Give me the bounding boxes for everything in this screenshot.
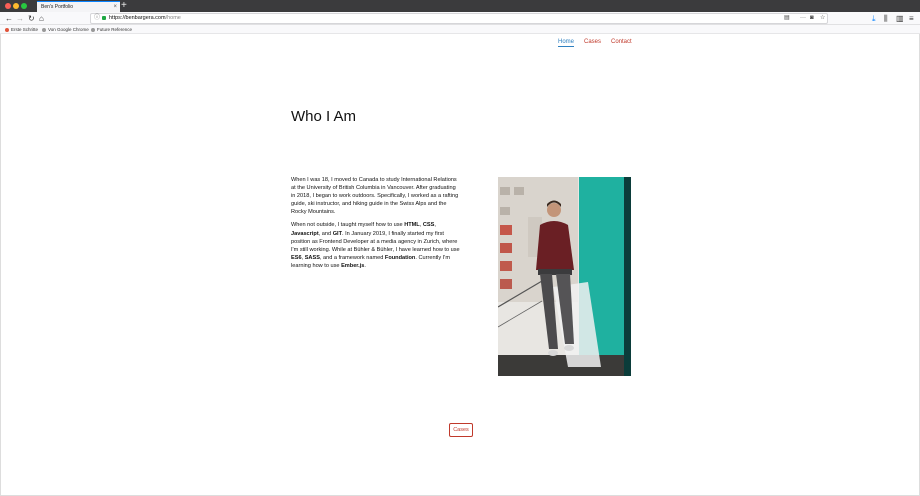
folder-icon <box>42 27 46 32</box>
url-text[interactable]: https://benbargera.com/home <box>109 14 181 23</box>
cases-button[interactable]: Cases <box>449 423 473 437</box>
page-content: Home Cases Contact Who I Am When I was 1… <box>0 34 920 496</box>
close-window-icon[interactable] <box>5 3 11 9</box>
profile-photo <box>498 177 631 376</box>
bookmark-erste-schritte[interactable]: Erste Schritte <box>5 25 38 34</box>
bookmark-future-reference[interactable]: Future Reference <box>91 25 132 34</box>
tab-close-icon[interactable]: × <box>113 2 117 12</box>
nav-cases-link[interactable]: Cases <box>584 39 601 45</box>
browser-toolbar: ← → ↻ ⌂ ⓘ https://benbargera.com/home ▤ … <box>0 12 920 25</box>
folder-icon <box>91 27 95 32</box>
address-bar[interactable]: ⓘ https://benbargera.com/home ▤ ··· ◙ ☆ <box>90 13 828 24</box>
page-title: Who I Am <box>291 108 357 125</box>
home-icon[interactable]: ⌂ <box>39 13 44 24</box>
back-icon[interactable]: ← <box>5 13 13 24</box>
bookmark-star-icon[interactable]: ☆ <box>820 14 825 23</box>
forward-icon[interactable]: → <box>16 13 24 24</box>
browser-titlebar: Ben's Portfolio × + <box>0 0 920 12</box>
bookmarks-bar: Erste Schritte Von Google Chrome Future … <box>0 25 920 34</box>
bookmark-icon <box>5 27 9 32</box>
browser-tab[interactable]: Ben's Portfolio × <box>37 1 120 12</box>
menu-icon[interactable]: ≡ <box>909 13 914 24</box>
reader-view-icon[interactable]: ▤ <box>784 14 790 23</box>
new-tab-button[interactable]: + <box>121 0 127 12</box>
maximize-window-icon[interactable] <box>21 3 27 9</box>
bio-paragraph-2: When not outside, I taught myself how to… <box>291 222 460 269</box>
tab-title: Ben's Portfolio <box>41 4 74 10</box>
bio-paragraph-1: When I was 18, I moved to Canada to stud… <box>291 177 459 216</box>
lock-icon <box>102 16 106 20</box>
bio-text: When I was 18, I moved to Canada to stud… <box>291 176 461 275</box>
nav-contact-link[interactable]: Contact <box>611 39 632 45</box>
site-info-icon[interactable]: ⓘ <box>94 14 100 23</box>
minimize-window-icon[interactable] <box>13 3 19 9</box>
bookmark-von-google-chrome[interactable]: Von Google Chrome <box>42 25 89 34</box>
library-icon[interactable]: ⫼ <box>884 13 888 24</box>
sidebar-icon[interactable]: ▥ <box>896 13 904 24</box>
pocket-icon[interactable]: ◙ <box>810 14 814 23</box>
downloads-icon[interactable]: ⤓ <box>872 13 876 24</box>
page-actions-icon[interactable]: ··· <box>800 14 806 23</box>
reload-icon[interactable]: ↻ <box>28 13 35 24</box>
nav-home-link[interactable]: Home <box>558 39 575 47</box>
